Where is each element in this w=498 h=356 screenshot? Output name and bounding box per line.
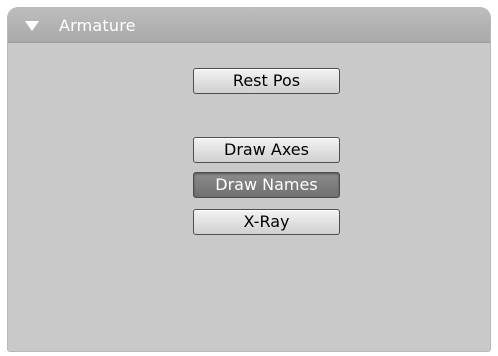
triangle-down-icon[interactable]	[25, 21, 39, 31]
armature-panel: Armature Rest Pos Draw Axes Draw Names X…	[8, 8, 490, 351]
draw-names-button[interactable]: Draw Names	[193, 172, 340, 198]
panel-title: Armature	[59, 16, 136, 35]
panel-header[interactable]: Armature	[8, 8, 490, 43]
rest-pos-button[interactable]: Rest Pos	[193, 68, 340, 94]
x-ray-button[interactable]: X-Ray	[193, 209, 340, 235]
draw-axes-button[interactable]: Draw Axes	[193, 137, 340, 163]
